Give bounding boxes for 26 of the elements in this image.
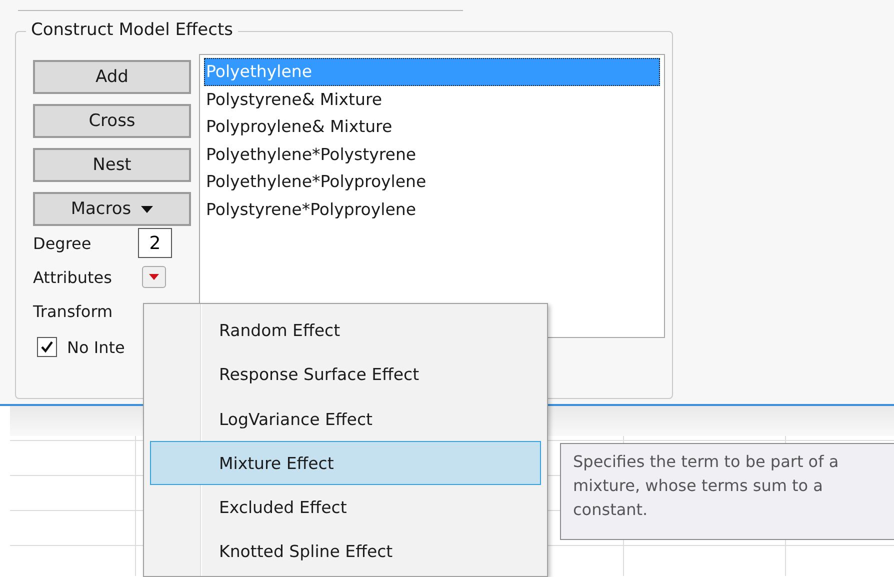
menu-item[interactable]: Response Surface Effect [150,352,541,397]
effect-button[interactable]: Add [33,60,191,94]
menu-item[interactable]: Excluded Effect [150,485,541,530]
list-item[interactable]: Polyethylene*Polystyrene [204,140,660,168]
list-item[interactable]: Polystyrene*Polyproylene [204,196,660,224]
checkbox[interactable] [37,337,57,357]
degree-label: Degree [33,234,92,252]
list-item[interactable]: Polyethylene*Polyproylene [204,168,660,196]
tooltip: Specifies the term to be part of a mixture, whose terms sum to a constant. [560,443,894,540]
attributes-label: Attributes [33,268,113,286]
list-item[interactable]: Polyproylene& Mixture [204,113,660,141]
list-item[interactable]: Polystyrene& Mixture [204,86,660,114]
macros-button[interactable]: Macros [33,192,191,226]
menu-item[interactable]: Random Effect [150,308,541,352]
menu-item[interactable]: Mixture Effect [150,440,541,486]
effect-button[interactable]: Cross [33,104,191,138]
effect-button[interactable]: Nest [33,148,191,182]
menu-item[interactable]: Knotted Spline Effect [150,529,541,574]
dropdown-button[interactable] [142,266,166,288]
transform-label: Transform [33,302,114,320]
degree-field[interactable]: 2 [138,228,172,258]
caret-icon [149,274,159,280]
effects-list[interactable]: Polyethylene Polystyrene& Mixture Polyproylene& Mixture Polyethylene*Polystyrene Polyethylene*Polyproylene Polystyrene*Polyproylene [199,54,665,300]
menu-item[interactable]: LogVariance Effect [150,396,541,441]
caret-icon [141,206,154,212]
checkbox-label: No Inte [67,338,125,356]
